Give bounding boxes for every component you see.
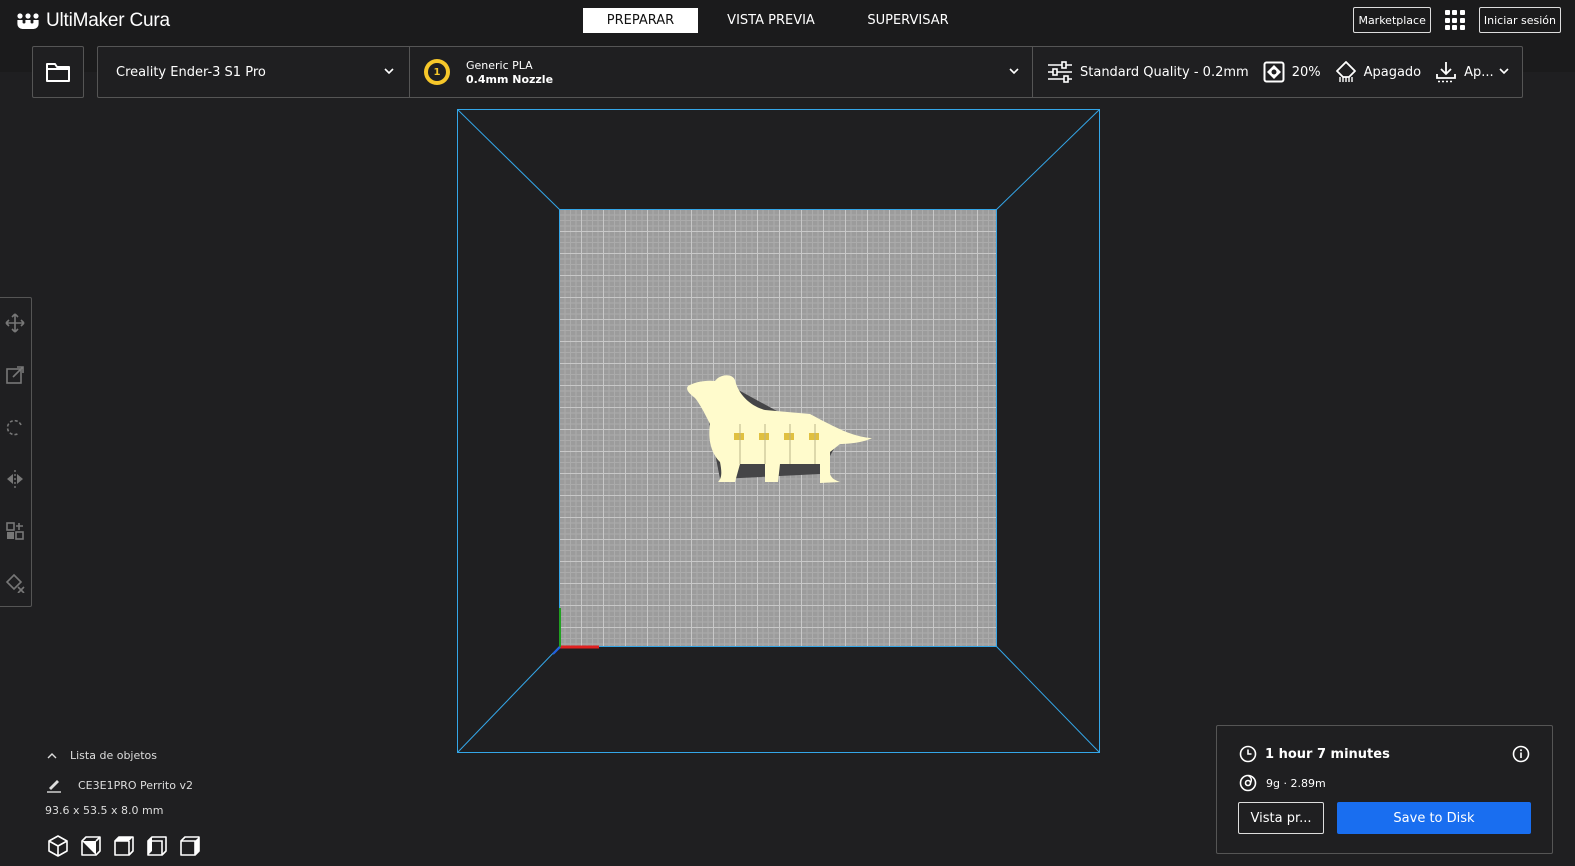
support-blocker-icon[interactable] bbox=[4, 572, 26, 594]
chevron-down-icon bbox=[1009, 68, 1019, 75]
material-usage: 9g · 2.89m bbox=[1239, 774, 1326, 792]
3d-view-icon[interactable] bbox=[46, 834, 69, 857]
sign-in-button[interactable]: Iniciar sesión bbox=[1478, 7, 1561, 33]
rotate-icon[interactable] bbox=[4, 416, 26, 438]
material-info: Generic PLA 0.4mm Nozzle bbox=[466, 59, 553, 86]
mirror-icon[interactable] bbox=[4, 468, 26, 490]
quality-setting: Standard Quality - 0.2mm bbox=[1047, 61, 1249, 83]
ultimaker-logo-icon bbox=[17, 13, 39, 29]
chevron-down-icon bbox=[1499, 68, 1509, 75]
object-list-toggle[interactable]: Lista de objetos bbox=[46, 749, 157, 762]
adhesion-setting: Ap... bbox=[1435, 61, 1494, 83]
app-title: UltiMaker Cura bbox=[46, 10, 170, 31]
tab-monitor[interactable]: SUPERVISAR bbox=[844, 8, 972, 33]
info-icon[interactable] bbox=[1512, 745, 1530, 767]
print-time-value: 1 hour 7 minutes bbox=[1265, 746, 1390, 762]
support-icon bbox=[1335, 61, 1356, 82]
material-name: Generic PLA bbox=[466, 58, 533, 72]
move-icon[interactable] bbox=[4, 312, 26, 334]
support-setting: Apagado bbox=[1335, 61, 1422, 83]
print-time: 1 hour 7 minutes bbox=[1239, 745, 1390, 763]
printer-name: Creality Ender-3 S1 Pro bbox=[116, 64, 266, 80]
infill-setting: 20% bbox=[1263, 61, 1321, 83]
clock-icon bbox=[1239, 745, 1257, 763]
applications-grid-icon[interactable] bbox=[1444, 10, 1465, 30]
spool-icon bbox=[1239, 774, 1257, 792]
extruder-number: 1 bbox=[428, 63, 446, 81]
tool-panel bbox=[0, 297, 32, 607]
extruder-badge-icon: 1 bbox=[424, 59, 450, 85]
print-summary-panel: 1 hour 7 minutes 9g · 2.89m Vista pr... … bbox=[1216, 725, 1553, 854]
view-orientation-buttons bbox=[46, 834, 201, 857]
marketplace-button[interactable]: Marketplace bbox=[1353, 7, 1431, 33]
front-view-icon[interactable] bbox=[79, 834, 102, 857]
quality-label: Standard Quality - 0.2mm bbox=[1080, 64, 1249, 80]
pencil-icon[interactable] bbox=[46, 777, 62, 793]
per-model-settings-icon[interactable] bbox=[4, 520, 26, 542]
object-list-item[interactable]: CE3E1PRO Perrito v2 bbox=[46, 777, 193, 793]
machine-configuration-bar: Creality Ender-3 S1 Pro 1 Generic PLA 0.… bbox=[97, 46, 1523, 98]
support-label: Apagado bbox=[1363, 64, 1422, 80]
save-to-disk-button[interactable]: Save to Disk bbox=[1337, 802, 1531, 834]
adhesion-icon bbox=[1436, 62, 1457, 83]
chevron-down-icon bbox=[384, 68, 394, 75]
nozzle-size: 0.4mm Nozzle bbox=[466, 72, 554, 86]
printer-selector[interactable]: Creality Ender-3 S1 Pro bbox=[98, 47, 410, 97]
top-view-icon[interactable] bbox=[112, 834, 135, 857]
scale-icon[interactable] bbox=[4, 364, 26, 386]
infill-label: 20% bbox=[1291, 64, 1321, 80]
dachshund-model[interactable] bbox=[680, 372, 880, 487]
object-list-label: Lista de objetos bbox=[70, 749, 158, 762]
material-selector[interactable]: 1 Generic PLA 0.4mm Nozzle bbox=[410, 47, 1033, 97]
stage-tabs: PREPARAR VISTA PREVIA SUPERVISAR bbox=[583, 8, 972, 33]
folder-icon bbox=[46, 63, 70, 82]
adhesion-label: Ap... bbox=[1464, 64, 1494, 80]
chevron-up-icon bbox=[47, 752, 57, 758]
print-settings-selector[interactable]: Standard Quality - 0.2mm 20% Apagado Ap.… bbox=[1033, 47, 1522, 97]
infill-icon bbox=[1263, 61, 1285, 83]
material-usage-value: 9g · 2.89m bbox=[1266, 776, 1326, 790]
right-view-icon[interactable] bbox=[178, 834, 201, 857]
app-brand: UltiMaker Cura bbox=[16, 9, 170, 33]
sliders-icon bbox=[1048, 61, 1072, 83]
object-name: CE3E1PRO Perrito v2 bbox=[78, 778, 193, 792]
tab-prepare[interactable]: PREPARAR bbox=[583, 8, 698, 33]
open-file-button[interactable] bbox=[32, 46, 84, 98]
tab-preview[interactable]: VISTA PREVIA bbox=[698, 8, 844, 33]
object-dimensions: 93.6 x 53.5 x 8.0 mm bbox=[45, 804, 164, 817]
preview-button[interactable]: Vista pr... bbox=[1238, 802, 1324, 834]
left-view-icon[interactable] bbox=[145, 834, 168, 857]
account-area: Marketplace Iniciar sesión bbox=[1353, 7, 1561, 33]
